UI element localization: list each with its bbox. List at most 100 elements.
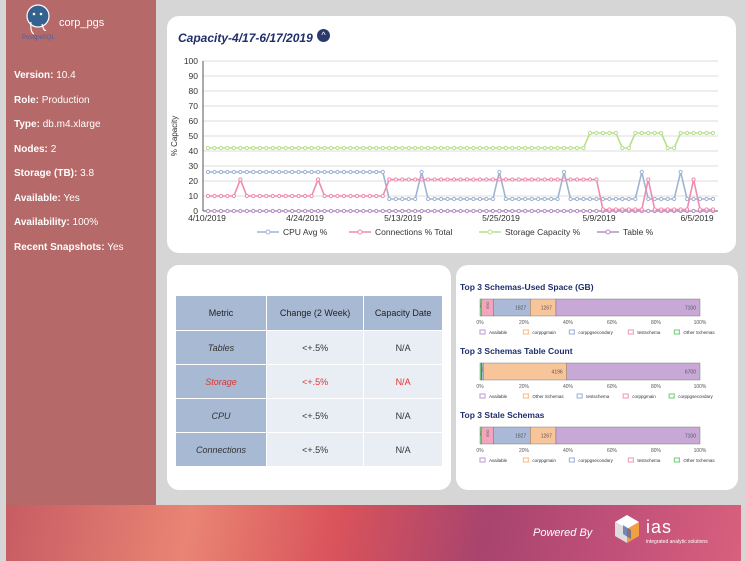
x-tick-label: 20% bbox=[519, 448, 530, 454]
data-point bbox=[639, 207, 644, 212]
data-point bbox=[659, 207, 664, 212]
data-point bbox=[633, 196, 638, 202]
data-point bbox=[400, 208, 405, 214]
info-value: 10.4 bbox=[56, 70, 76, 81]
data-point bbox=[555, 145, 560, 151]
data-point bbox=[238, 177, 243, 182]
data-point bbox=[277, 208, 282, 214]
bar-chart-title: Top 3 Schemas-Used Space (GB) bbox=[460, 282, 594, 292]
data-point bbox=[348, 145, 353, 151]
legend-swatch bbox=[479, 329, 486, 335]
legend-label: corppgmain bbox=[632, 394, 656, 399]
legend-label: Other Schemas bbox=[683, 458, 715, 463]
data-point bbox=[406, 177, 411, 182]
data-point bbox=[497, 145, 502, 151]
data-point bbox=[471, 177, 476, 182]
data-point bbox=[335, 145, 340, 151]
data-point bbox=[549, 196, 554, 202]
data-point bbox=[367, 208, 372, 214]
data-point bbox=[277, 193, 282, 199]
data-point bbox=[348, 169, 353, 175]
legend-label: Available bbox=[489, 330, 508, 335]
data-point bbox=[516, 196, 521, 202]
data-point bbox=[406, 196, 411, 202]
x-tick-label: 100% bbox=[694, 448, 707, 454]
bar-segment bbox=[555, 426, 701, 445]
data-point bbox=[438, 145, 444, 151]
data-point bbox=[257, 169, 262, 175]
data-point bbox=[315, 208, 321, 214]
data-point bbox=[678, 207, 683, 212]
data-point bbox=[341, 208, 347, 214]
data-point bbox=[458, 177, 463, 182]
legend-label: Other Schemas bbox=[532, 394, 564, 399]
table-cell-date: N/A bbox=[363, 432, 443, 467]
legend-swatch bbox=[522, 457, 530, 463]
data-point bbox=[607, 196, 612, 202]
legend-swatch bbox=[522, 393, 530, 399]
bar-segment-label: 1827 bbox=[515, 306, 526, 312]
data-point bbox=[464, 196, 470, 202]
data-point bbox=[678, 130, 683, 136]
data-point bbox=[361, 169, 366, 175]
data-point bbox=[303, 208, 308, 214]
data-point bbox=[568, 208, 573, 214]
x-tick-label: 4/24/2019 bbox=[286, 213, 324, 223]
data-point bbox=[212, 208, 217, 214]
series-line bbox=[208, 177, 713, 211]
bar-segment-label: 1267 bbox=[541, 306, 552, 312]
legend-label: Connections % Total bbox=[375, 227, 452, 237]
data-point bbox=[471, 145, 476, 151]
data-point bbox=[484, 196, 489, 202]
legend-marker bbox=[605, 229, 611, 235]
data-point bbox=[523, 177, 528, 182]
x-tick-label: 20% bbox=[519, 320, 530, 326]
data-point bbox=[290, 208, 295, 214]
ias-cube-logo-icon bbox=[615, 515, 639, 543]
y-axis-label: % Capacity bbox=[170, 116, 179, 156]
legend-swatch bbox=[522, 329, 530, 335]
data-point bbox=[594, 196, 599, 202]
data-point bbox=[374, 193, 379, 199]
data-point bbox=[464, 177, 470, 182]
data-point bbox=[290, 169, 295, 175]
data-point bbox=[678, 169, 683, 175]
data-point bbox=[490, 177, 495, 182]
data-point bbox=[497, 169, 502, 175]
data-point bbox=[218, 169, 224, 175]
data-point bbox=[587, 208, 593, 214]
data-point bbox=[639, 169, 644, 175]
data-point bbox=[659, 196, 664, 202]
data-point bbox=[335, 208, 340, 214]
table-header-change: Change (2 Week) bbox=[265, 295, 365, 331]
data-point bbox=[516, 208, 521, 214]
data-point bbox=[458, 196, 463, 202]
data-point bbox=[290, 193, 295, 199]
data-point bbox=[367, 193, 372, 199]
data-point bbox=[600, 130, 606, 136]
data-point bbox=[652, 196, 657, 202]
data-point bbox=[264, 145, 269, 151]
x-tick-label: 0% bbox=[476, 448, 484, 454]
table-cell-change: <+.5% bbox=[265, 330, 365, 365]
data-point bbox=[315, 169, 321, 175]
data-point bbox=[510, 196, 515, 202]
data-point bbox=[225, 145, 230, 151]
ias-brand-subtitle: integrated analytic solutions bbox=[646, 539, 708, 545]
data-point bbox=[426, 177, 431, 182]
capacity-line-chart: 0102030405060708090100% Capacity4/10/201… bbox=[170, 56, 718, 237]
data-point bbox=[445, 196, 450, 202]
data-point bbox=[484, 208, 489, 214]
data-point bbox=[432, 196, 437, 202]
y-tick-label: 10 bbox=[189, 191, 199, 201]
series-line bbox=[208, 171, 713, 200]
data-point bbox=[393, 177, 398, 182]
data-point bbox=[296, 169, 301, 175]
data-point bbox=[393, 145, 398, 151]
info-label: Availability: bbox=[14, 217, 70, 228]
data-point bbox=[438, 177, 444, 182]
data-point bbox=[374, 169, 379, 175]
data-point bbox=[445, 145, 450, 151]
data-point bbox=[341, 193, 347, 199]
schema-bar-charts: Top 3 Schemas-Used Space (GB)60590182712… bbox=[460, 282, 715, 463]
